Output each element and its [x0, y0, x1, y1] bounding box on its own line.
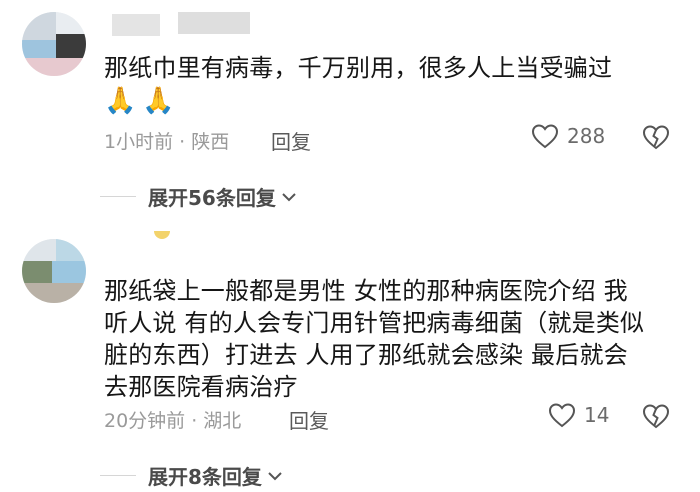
heart-icon — [548, 403, 576, 428]
chevron-down-icon — [268, 471, 282, 480]
broken-heart-icon — [642, 404, 670, 429]
comment-text: 那纸巾里有病毒，千万别用，很多人上当受骗过 — [104, 54, 613, 82]
comment-item: 那纸袋上一般都是男性 女性的那种病医院介绍 我 听人说 有的人会专门用针管把病毒… — [0, 225, 700, 492]
reply-button[interactable]: 回复 — [289, 405, 329, 434]
expand-replies-label: 展开56条回复 — [148, 186, 276, 210]
expand-replies-label: 展开8条回复 — [148, 465, 262, 489]
pray-emoji-icon: 🙏 — [104, 86, 137, 116]
expand-replies[interactable]: 展开8条回复 — [100, 461, 284, 490]
comment-meta: 20分钟前 · 湖北 — [104, 410, 242, 432]
dislike-button[interactable] — [642, 403, 670, 433]
avatar[interactable] — [22, 239, 86, 303]
username-emoji-icon — [154, 231, 170, 239]
pray-emoji-icon: 🙏 — [142, 86, 175, 116]
comment-item: 那纸巾里有病毒，千万别用，很多人上当受骗过 🙏 🙏 1小时前 · 陕西 回复 2… — [0, 0, 700, 225]
like-count: 14 — [584, 403, 610, 427]
username-redacted — [112, 14, 160, 36]
like-count: 288 — [567, 124, 606, 148]
broken-heart-icon — [642, 125, 670, 150]
divider-line — [100, 475, 136, 476]
username-redacted — [178, 12, 250, 34]
chevron-down-icon — [282, 192, 296, 201]
reply-button[interactable]: 回复 — [271, 126, 311, 155]
dislike-button[interactable] — [642, 124, 670, 154]
emoji-row: 🙏 🙏 — [104, 86, 175, 116]
expand-replies[interactable]: 展开56条回复 — [100, 182, 298, 211]
comment-meta: 1小时前 · 陕西 — [104, 131, 230, 153]
like-button[interactable]: 14 — [548, 402, 609, 428]
avatar[interactable] — [22, 12, 86, 76]
like-button[interactable]: 288 — [531, 123, 605, 149]
comment-text: 那纸袋上一般都是男性 女性的那种病医院介绍 我 听人说 有的人会专门用针管把病毒… — [104, 277, 645, 401]
divider-line — [100, 196, 136, 197]
heart-icon — [531, 124, 559, 149]
